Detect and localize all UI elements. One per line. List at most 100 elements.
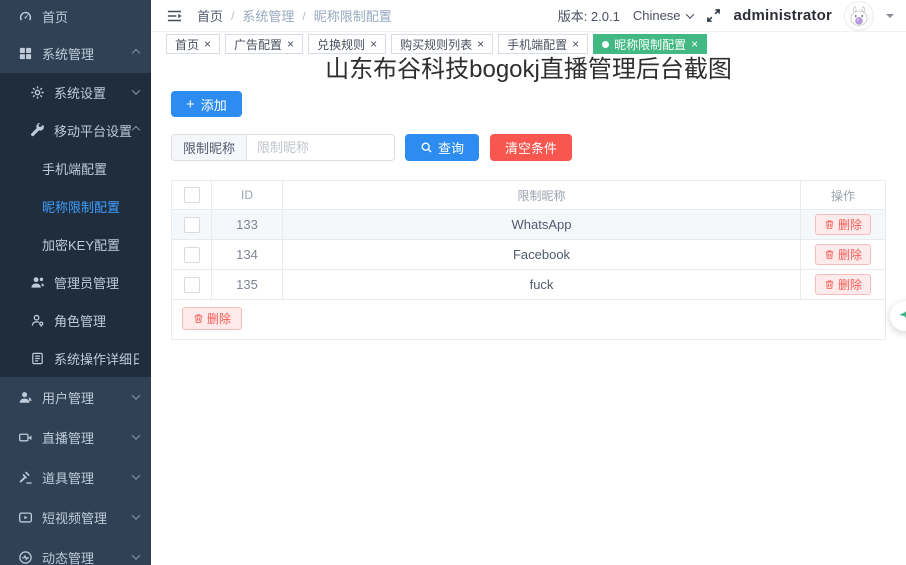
sidebar-item-label: 加密KEY配置	[42, 235, 139, 254]
sidebar-item[interactable]: 移动平台设置	[0, 111, 151, 149]
sidebar-item-label: 昵称限制配置	[42, 197, 139, 216]
moments-icon	[18, 550, 33, 565]
chevron-down-icon	[685, 10, 693, 18]
table-header-row: ID 限制昵称 操作	[172, 181, 885, 210]
sidebar-item[interactable]: 系统设置	[0, 73, 151, 111]
cell-nickname: Facebook	[283, 240, 801, 269]
tab-item[interactable]: 购买规则列表 ×	[391, 34, 493, 54]
query-button[interactable]: 查询	[405, 134, 479, 161]
breadcrumb-separator: /	[302, 9, 305, 23]
tab-item[interactable]: 手机端配置 ×	[498, 34, 588, 54]
sidebar-item[interactable]: 道具管理	[0, 457, 151, 497]
sidebar-item[interactable]: 直播管理	[0, 417, 151, 457]
sidebar-fold-icon[interactable]	[166, 9, 183, 23]
sidebar-item[interactable]: 手机端配置	[0, 149, 151, 187]
sidebar-item[interactable]: 昵称限制配置	[0, 187, 151, 225]
row-checkbox[interactable]	[184, 247, 200, 263]
table-footer: 删除	[172, 300, 885, 339]
role-icon	[30, 313, 45, 328]
delete-button[interactable]: 删除	[815, 214, 871, 235]
breadcrumb-item[interactable]: 首页	[197, 6, 223, 25]
tab-item[interactable]: 兑换规则×	[308, 34, 386, 54]
close-icon[interactable]: ×	[572, 38, 579, 50]
close-icon[interactable]: ×	[287, 38, 294, 50]
sidebar-item-label: 道具管理	[42, 468, 133, 487]
fullscreen-icon[interactable]	[706, 8, 721, 23]
row-checkbox-cell	[172, 240, 212, 269]
close-icon[interactable]: ×	[370, 38, 377, 50]
select-all-checkbox[interactable]	[184, 187, 200, 203]
column-header-action: 操作	[801, 181, 885, 209]
delete-button-label: 删除	[838, 216, 862, 233]
cell-id: 134	[212, 240, 283, 269]
row-checkbox[interactable]	[184, 277, 200, 293]
bulk-delete-button[interactable]: 删除	[182, 307, 242, 330]
sidebar-item[interactable]: 系统管理	[0, 33, 151, 73]
tab-item[interactable]: 首页×	[166, 34, 220, 54]
close-icon[interactable]: ×	[477, 38, 484, 50]
grid-icon	[18, 46, 33, 61]
filter-bar: 限制昵称 查询 清空条件	[171, 134, 886, 161]
sidebar-item-label: 管理员管理	[54, 273, 139, 292]
main-area: 首页/系统管理/昵称限制配置 版本: 2.0.1 Chinese adminis…	[151, 0, 906, 565]
sidebar-item[interactable]: 加密KEY配置	[0, 225, 151, 263]
filter-label: 限制昵称	[172, 135, 247, 160]
avatar[interactable]	[845, 2, 873, 30]
version-label: 版本: 2.0.1	[558, 6, 620, 25]
delete-button[interactable]: 删除	[815, 274, 871, 295]
user-menu-caret-icon[interactable]	[886, 14, 894, 22]
cell-nickname: WhatsApp	[283, 210, 801, 239]
sidebar-item-label: 用户管理	[42, 388, 133, 407]
trash-icon	[824, 279, 835, 290]
sidebar-item[interactable]: 动态管理	[0, 537, 151, 565]
chevron-down-icon	[132, 511, 140, 519]
sidebar-item-label: 首页	[42, 7, 139, 26]
sidebar: 首页系统管理系统设置移动平台设置手机端配置昵称限制配置加密KEY配置管理员管理角…	[0, 0, 151, 565]
row-checkbox[interactable]	[184, 217, 200, 233]
dashboard-icon	[18, 9, 33, 24]
page-content: 山东布谷科技bogokj直播管理后台截图 + 添加 限制昵称 查询 清空条件	[151, 56, 906, 565]
plus-icon: +	[186, 97, 195, 112]
tab-item[interactable]: 广告配置×	[225, 34, 303, 54]
sidebar-item[interactable]: 管理员管理	[0, 263, 151, 301]
cell-id: 133	[212, 210, 283, 239]
trash-icon	[824, 249, 835, 260]
nickname-table: ID 限制昵称 操作 133WhatsApp删除134Facebook删除135…	[171, 180, 886, 340]
sidebar-item[interactable]: 角色管理	[0, 301, 151, 339]
breadcrumb-item[interactable]: 系统管理	[242, 6, 294, 25]
delete-button-label: 删除	[838, 276, 862, 293]
log-icon	[30, 351, 45, 366]
row-checkbox-cell	[172, 210, 212, 239]
add-button[interactable]: + 添加	[171, 91, 242, 117]
chevron-down-icon	[132, 86, 140, 94]
sidebar-item[interactable]: 首页	[0, 0, 151, 33]
breadcrumb: 首页/系统管理/昵称限制配置	[197, 6, 392, 25]
tab-label: 昵称限制配置	[614, 36, 686, 53]
close-icon[interactable]: ×	[204, 38, 211, 50]
clear-button[interactable]: 清空条件	[490, 134, 572, 161]
close-icon[interactable]: ×	[691, 38, 698, 50]
language-select[interactable]: Chinese	[633, 8, 693, 23]
cell-nickname: fuck	[283, 270, 801, 299]
sidebar-item[interactable]: 用户管理	[0, 377, 151, 417]
sidebar-item[interactable]: 系统操作详细日志	[0, 339, 151, 377]
cell-action: 删除	[801, 270, 885, 299]
tab-item[interactable]: 昵称限制配置 ×	[593, 34, 707, 54]
top-header: 首页/系统管理/昵称限制配置 版本: 2.0.1 Chinese adminis…	[151, 0, 906, 32]
delete-button[interactable]: 删除	[815, 244, 871, 265]
admin-icon	[30, 275, 45, 290]
app-window: 首页系统管理系统设置移动平台设置手机端配置昵称限制配置加密KEY配置管理员管理角…	[0, 0, 906, 565]
table-row: 133WhatsApp 删除	[172, 210, 885, 240]
wrench-icon	[30, 123, 45, 138]
nickname-filter-input[interactable]	[247, 135, 394, 160]
props-icon	[18, 470, 33, 485]
sidebar-item[interactable]: 短视频管理	[0, 497, 151, 537]
column-header-nickname: 限制昵称	[283, 181, 801, 209]
header-checkbox-cell	[172, 181, 212, 209]
cell-action: 删除	[801, 240, 885, 269]
tab-label: 购买规则列表	[400, 36, 472, 53]
tab-label: 手机端配置	[507, 36, 567, 53]
username: administrator	[734, 7, 832, 24]
language-label: Chinese	[633, 8, 681, 23]
trash-icon	[193, 313, 204, 324]
